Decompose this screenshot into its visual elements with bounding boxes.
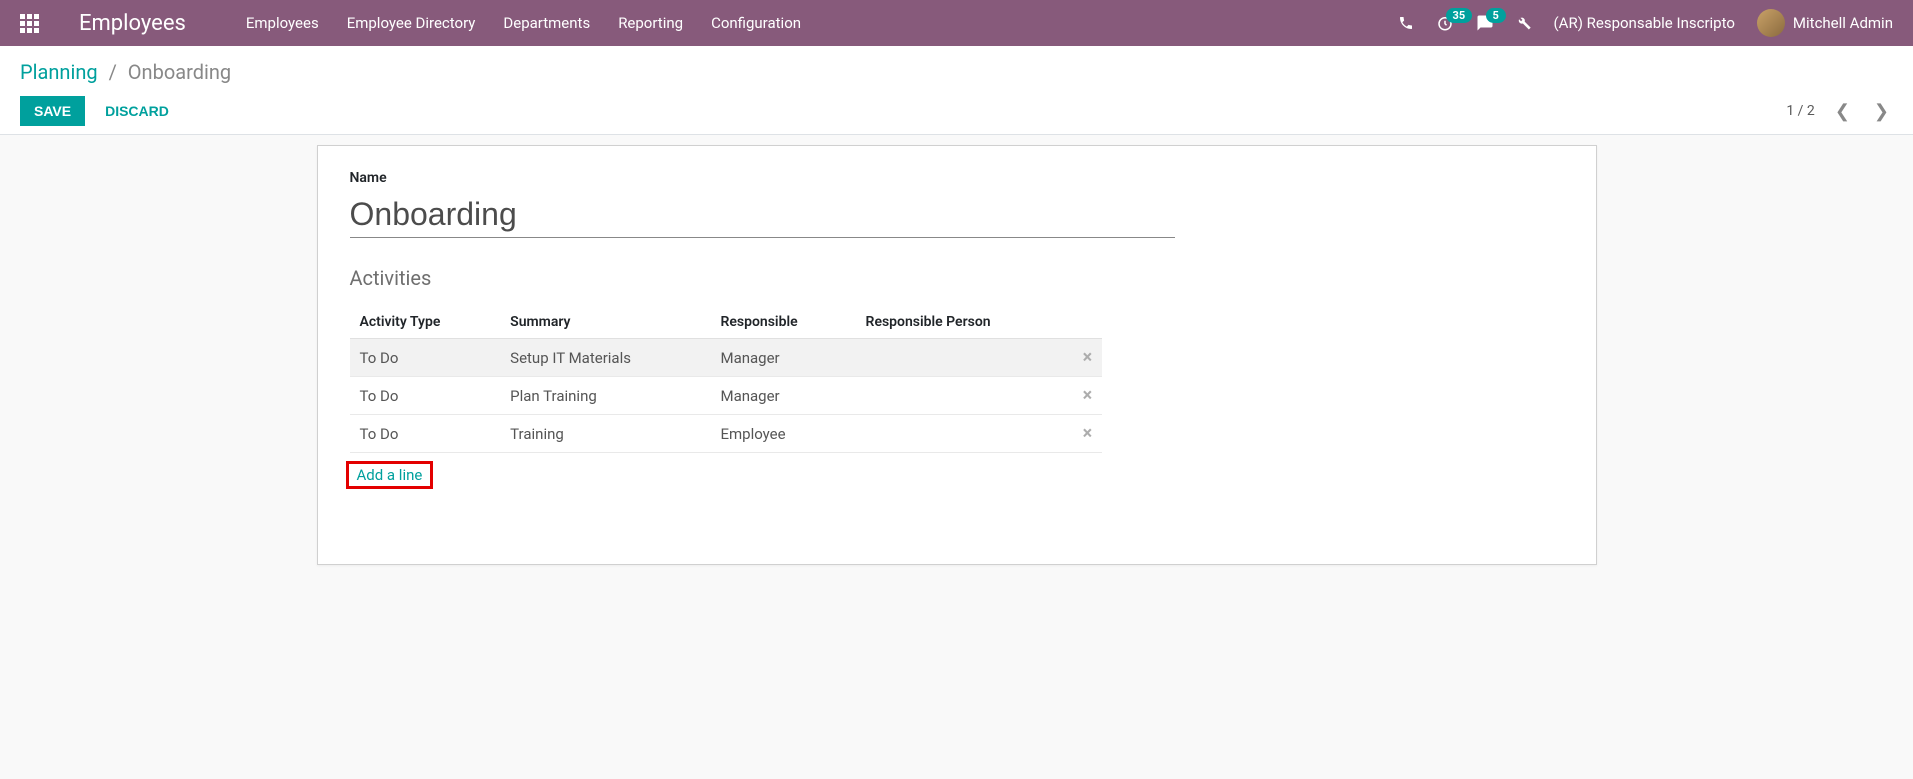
nav-employees[interactable]: Employees (246, 14, 319, 32)
table-row[interactable]: To Do Setup IT Materials Manager × (350, 339, 1103, 377)
nav-employee-directory[interactable]: Employee Directory (347, 14, 476, 32)
discard-button[interactable]: DISCARD (95, 96, 179, 126)
app-brand[interactable]: Employees (79, 11, 186, 36)
cell-responsible[interactable]: Manager (710, 339, 855, 377)
col-responsible-person: Responsible Person (856, 306, 1073, 339)
delete-row-icon[interactable]: × (1083, 423, 1093, 444)
name-label: Name (350, 170, 1564, 186)
user-menu[interactable]: Mitchell Admin (1757, 9, 1893, 37)
nav-reporting[interactable]: Reporting (618, 14, 683, 32)
col-responsible: Responsible (710, 306, 855, 339)
section-title: Activities (350, 266, 1564, 290)
pager: 1 / 2 ❮ ❯ (1786, 101, 1893, 122)
breadcrumb: Planning / Onboarding (20, 60, 1893, 84)
cell-person[interactable] (856, 339, 1073, 377)
avatar (1757, 9, 1785, 37)
name-input[interactable] (350, 192, 1176, 238)
breadcrumb-current: Onboarding (128, 60, 231, 84)
add-line-highlight: Add a line (346, 461, 434, 489)
col-delete (1072, 306, 1102, 339)
topbar: Employees Employees Employee Directory D… (0, 0, 1913, 46)
cell-type[interactable]: To Do (350, 339, 501, 377)
phone-icon[interactable] (1398, 15, 1414, 31)
delete-row-icon[interactable]: × (1083, 385, 1093, 406)
nav-links: Employees Employee Directory Departments… (246, 14, 801, 32)
cell-person[interactable] (856, 415, 1073, 453)
nav-configuration[interactable]: Configuration (711, 14, 801, 32)
cell-person[interactable] (856, 377, 1073, 415)
activities-table: Activity Type Summary Responsible Respon… (350, 306, 1103, 453)
nav-departments[interactable]: Departments (503, 14, 590, 32)
breadcrumb-sep: / (109, 60, 117, 84)
pager-text: 1 / 2 (1786, 103, 1814, 119)
cell-responsible[interactable]: Employee (710, 415, 855, 453)
controlbar: Planning / Onboarding SAVE DISCARD 1 / 2… (0, 46, 1913, 135)
table-row[interactable]: To Do Training Employee × (350, 415, 1103, 453)
breadcrumb-parent[interactable]: Planning (20, 60, 98, 84)
col-activity-type: Activity Type (350, 306, 501, 339)
sheet-wrapper: Name Activities Activity Type Summary Re… (0, 135, 1913, 575)
chat-badge: 5 (1486, 8, 1506, 23)
table-header-row: Activity Type Summary Responsible Respon… (350, 306, 1103, 339)
col-summary: Summary (500, 306, 710, 339)
chat-icon[interactable]: 5 (1476, 14, 1494, 32)
table-row[interactable]: To Do Plan Training Manager × (350, 377, 1103, 415)
topbar-right: 35 5 (AR) Responsable Inscripto Mitchell… (1398, 9, 1893, 37)
cell-responsible[interactable]: Manager (710, 377, 855, 415)
pager-prev-icon[interactable]: ❮ (1831, 101, 1854, 122)
save-button[interactable]: SAVE (20, 96, 85, 126)
cell-type[interactable]: To Do (350, 415, 501, 453)
delete-row-icon[interactable]: × (1083, 347, 1093, 368)
timer-badge: 35 (1446, 8, 1473, 23)
cell-summary[interactable]: Plan Training (500, 377, 710, 415)
cell-type[interactable]: To Do (350, 377, 501, 415)
add-line-link[interactable]: Add a line (357, 466, 423, 484)
cell-summary[interactable]: Setup IT Materials (500, 339, 710, 377)
tools-icon[interactable] (1516, 15, 1532, 31)
control-row: SAVE DISCARD 1 / 2 ❮ ❯ (20, 96, 1893, 126)
timer-icon[interactable]: 35 (1436, 14, 1454, 32)
cell-summary[interactable]: Training (500, 415, 710, 453)
form-sheet: Name Activities Activity Type Summary Re… (317, 145, 1597, 565)
name-block: Name (350, 170, 1564, 238)
company-name[interactable]: (AR) Responsable Inscripto (1554, 14, 1735, 32)
user-name: Mitchell Admin (1793, 14, 1893, 32)
apps-icon[interactable] (20, 14, 39, 33)
pager-next-icon[interactable]: ❯ (1870, 101, 1893, 122)
